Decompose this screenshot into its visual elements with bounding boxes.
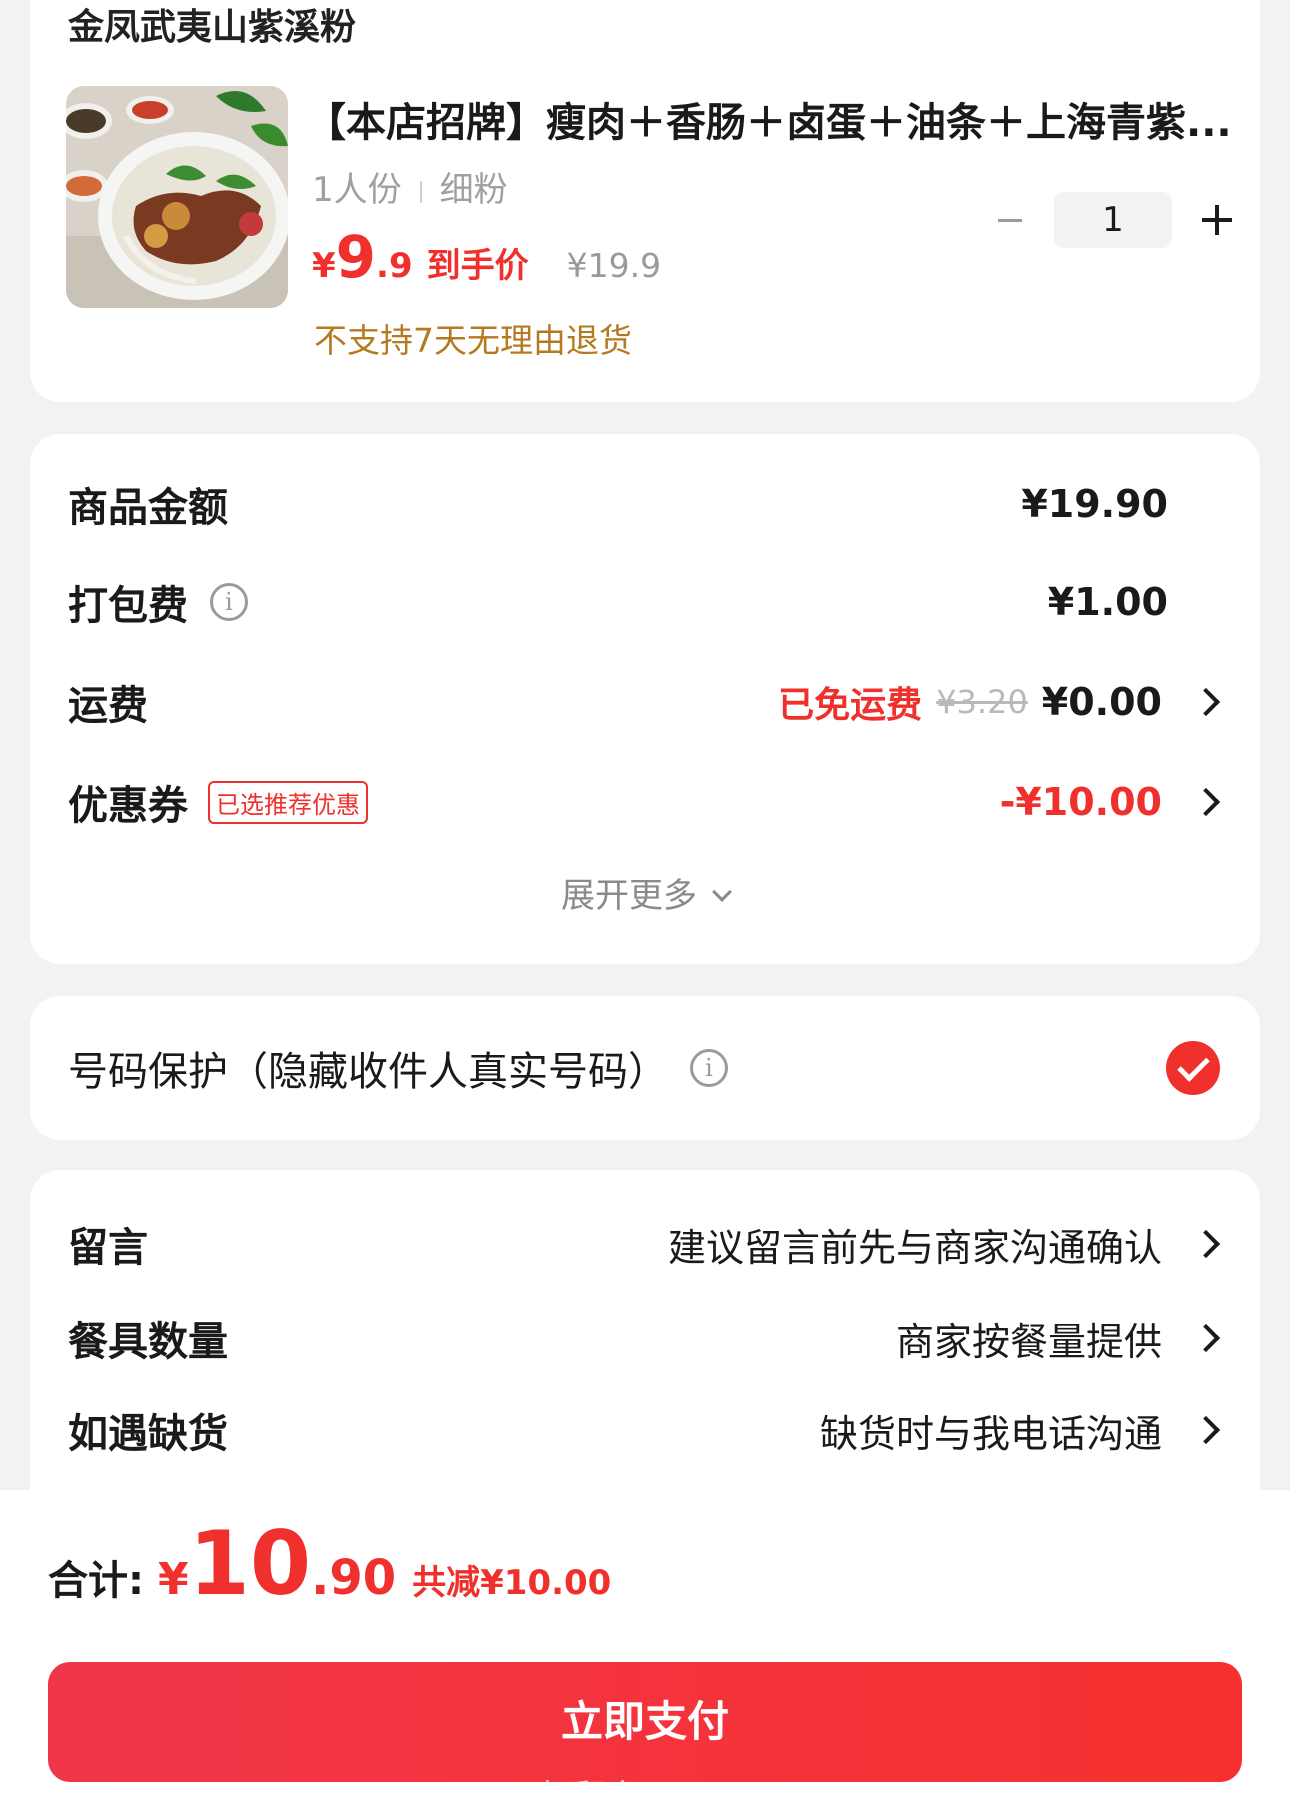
shipping-original-price: ¥3.20	[936, 683, 1028, 721]
number-protection-label: 号码保护（隐藏收件人真实号码）	[68, 1049, 668, 1095]
stockout-row[interactable]: 如遇缺货 缺货时与我电话沟通	[68, 1400, 1222, 1460]
price-decimal: .9	[376, 246, 413, 286]
total-currency: ¥	[158, 1554, 189, 1605]
message-row[interactable]: 留言 建议留言前先与商家沟通确认	[68, 1214, 1222, 1274]
coupon-label-group: 优惠券 已选推荐优惠	[68, 773, 368, 831]
return-policy: 不支持7天无理由退货	[314, 321, 632, 360]
stockout-label: 如遇缺货	[68, 1411, 228, 1457]
price-integer: 9	[335, 223, 377, 291]
goods-amount-value: ¥19.90	[1021, 482, 1168, 526]
coupon-row[interactable]: 优惠券 已选推荐优惠 -¥10.00	[68, 772, 1222, 832]
utensils-value-group: 商家按餐量提供	[896, 1311, 1222, 1366]
shipping-value-group: 已免运费 ¥3.20 ¥0.00	[778, 676, 1222, 728]
price-summary-card: 商品金额 ¥19.90 打包费 i ¥1.00 运费 已免运费 ¥3.20 ¥0…	[30, 434, 1260, 964]
stockout-value-group: 缺货时与我电话沟通	[820, 1403, 1222, 1458]
expand-more-button[interactable]: 展开更多	[30, 868, 1260, 917]
number-protection-label-group: 号码保护（隐藏收件人真实号码） i	[68, 1039, 728, 1097]
chevron-right-icon	[1191, 1323, 1221, 1353]
coupon-value: -¥10.00	[999, 780, 1162, 824]
message-placeholder: 建议留言前先与商家沟通确认	[667, 1225, 1162, 1270]
utensils-value: 商家按餐量提供	[895, 1319, 1162, 1364]
goods-amount-label: 商品金额	[68, 485, 228, 531]
stockout-value: 缺货时与我电话沟通	[819, 1411, 1162, 1456]
coupon-label: 优惠券	[68, 783, 188, 829]
order-notes-card: 留言 建议留言前先与商家沟通确认 餐具数量 商家按餐量提供 如遇缺货 缺货时与我…	[30, 1170, 1260, 1530]
quantity-stepper: 1	[980, 190, 1246, 250]
total-row: 合计: ¥ 10 .90 共减¥10.00	[48, 1520, 611, 1608]
shipping-row[interactable]: 运费 已免运费 ¥3.20 ¥0.00	[68, 672, 1222, 732]
utensils-row[interactable]: 餐具数量 商家按餐量提供	[68, 1308, 1222, 1368]
spec-servings: 1人份	[312, 170, 402, 210]
shipping-label: 运费	[68, 683, 148, 729]
dish-image[interactable]	[66, 86, 288, 308]
dish-title[interactable]: 【本店招牌】瘦肉＋香肠＋卤蛋＋油条＋上海青紫...	[306, 90, 1246, 148]
checkmark-icon[interactable]	[1166, 1041, 1220, 1095]
dish-spec: 1人份 细粉	[312, 162, 508, 211]
chevron-right-icon	[1191, 687, 1221, 717]
chevron-right-icon	[1191, 1415, 1221, 1445]
decrease-button[interactable]	[980, 190, 1040, 250]
info-icon[interactable]: i	[690, 1049, 728, 1087]
coupon-badge: 已选推荐优惠	[208, 780, 368, 824]
number-protection-row[interactable]: 号码保护（隐藏收件人真实号码） i	[68, 1038, 1222, 1098]
pay-now-button[interactable]: 立即支付	[48, 1662, 1242, 1782]
price-currency: ¥	[312, 246, 336, 286]
shipping-value: ¥0.00	[1041, 680, 1162, 724]
info-icon[interactable]: i	[210, 583, 248, 621]
shop-name[interactable]: 金凤武夷山紫溪粉	[68, 0, 356, 50]
expand-more-label: 展开更多	[561, 876, 697, 916]
watermark: 了不想翻身	[470, 1778, 640, 1818]
packing-fee-label: 打包费	[68, 583, 188, 629]
quantity-input[interactable]: 1	[1054, 192, 1172, 248]
total-integer: 10	[188, 1512, 312, 1615]
privacy-card: 号码保护（隐藏收件人真实号码） i	[30, 996, 1260, 1140]
total-label: 合计:	[48, 1558, 144, 1604]
goods-amount-row: 商品金额 ¥19.90	[68, 474, 1222, 534]
chevron-right-icon	[1191, 787, 1221, 817]
packing-fee-value: ¥1.00	[1047, 580, 1168, 624]
total-saving: 共减¥10.00	[412, 1563, 612, 1603]
price-original: ¥19.9	[566, 246, 662, 285]
chevron-down-icon	[712, 882, 732, 902]
total-decimal: .90	[311, 1550, 397, 1606]
message-label: 留言	[68, 1225, 148, 1271]
product-card: 金凤武夷山紫溪粉 【本店招牌】瘦肉＋香肠＋卤蛋＋油条＋上海青紫... 1人份细粉…	[30, 0, 1260, 402]
chevron-right-icon	[1191, 1229, 1221, 1259]
utensils-label: 餐具数量	[68, 1319, 228, 1365]
spec-separator	[419, 180, 422, 203]
price-tag: 到手价	[426, 246, 529, 286]
noodle-bowl-image	[66, 86, 288, 308]
price-row: ¥ 9 .9 到手价 ¥19.9	[312, 228, 661, 287]
shipping-free-text: 已免运费	[778, 685, 923, 726]
packing-fee-label-group: 打包费 i	[68, 573, 248, 631]
coupon-value-group: -¥10.00	[1000, 780, 1222, 824]
spec-noodle: 细粉	[439, 170, 508, 210]
packing-fee-row: 打包费 i ¥1.00	[68, 572, 1222, 632]
checkout-bar: 合计: ¥ 10 .90 共减¥10.00 立即支付	[0, 1490, 1290, 1820]
message-value-group: 建议留言前先与商家沟通确认	[668, 1217, 1222, 1272]
increase-button[interactable]	[1186, 190, 1246, 250]
